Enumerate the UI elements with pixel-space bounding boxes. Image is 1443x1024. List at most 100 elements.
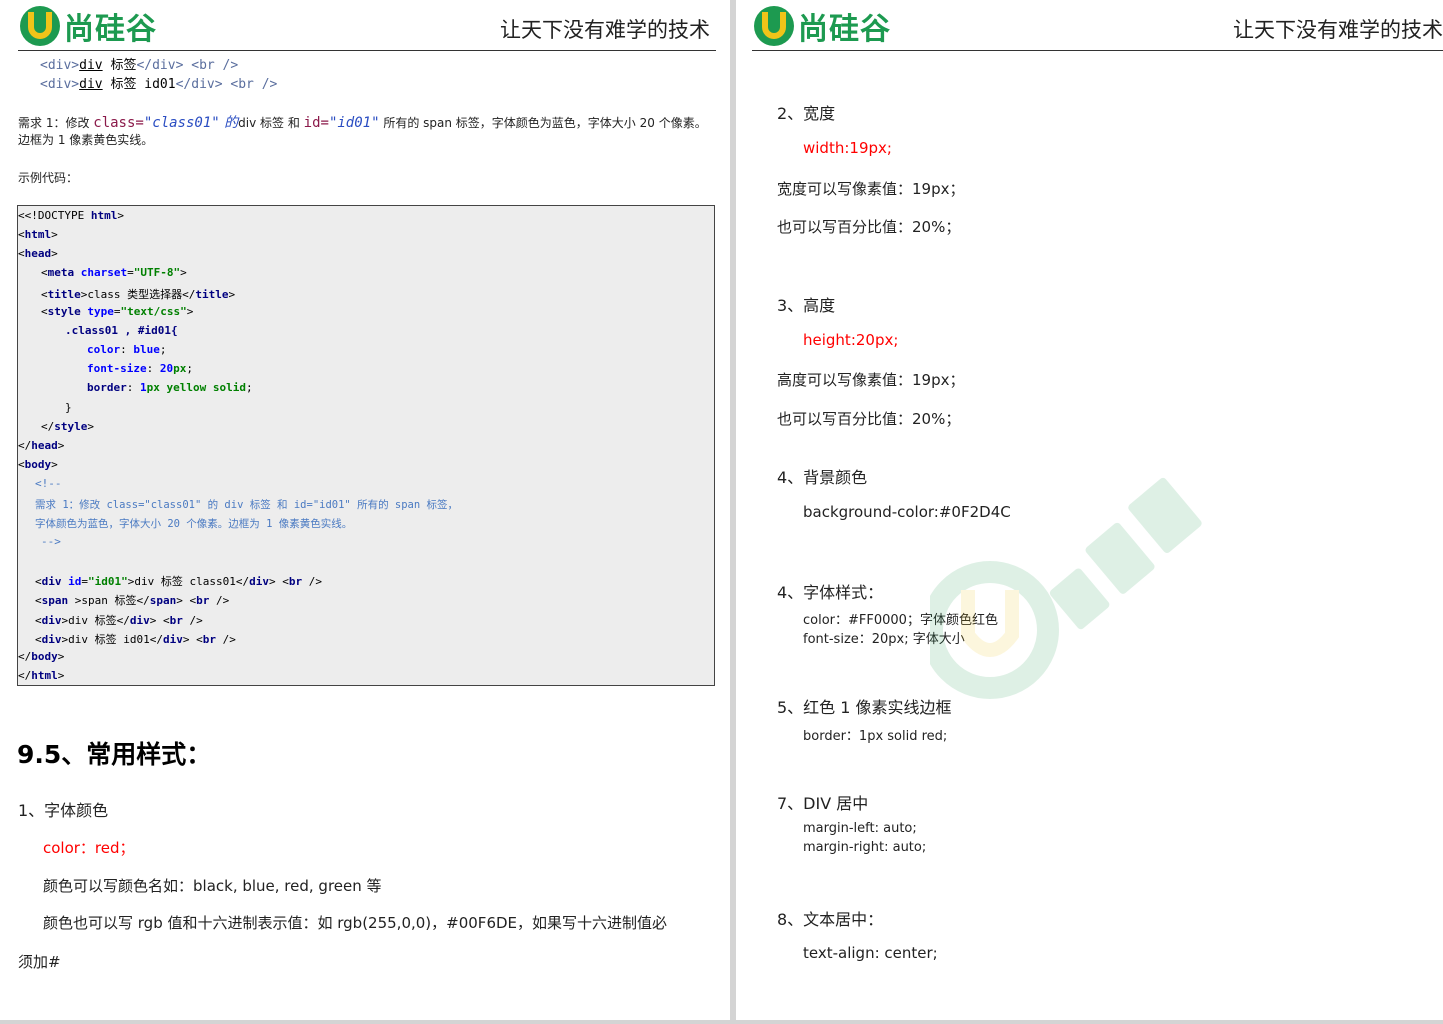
code-tag: div bbox=[129, 614, 150, 627]
code-text: div 标签 class01 bbox=[134, 575, 236, 588]
code-tag: div bbox=[41, 633, 62, 646]
item-line: 颜色也可以写 rgb 值和十六进制表示值：如 rgb(255,0,0)，#00F… bbox=[43, 914, 668, 932]
code-line: </style> bbox=[41, 420, 94, 433]
code-text: <!DOCTYPE bbox=[24, 209, 91, 222]
code-string: "id01" bbox=[88, 575, 128, 588]
requirement-line2: 边框为 1 像素黄色实线。 bbox=[18, 133, 154, 147]
code-line: font-size: 20px; bbox=[87, 362, 193, 375]
code-tag: div bbox=[249, 575, 269, 588]
code-prop: font-size bbox=[87, 362, 147, 375]
code-tag: html bbox=[90, 209, 118, 222]
item-code-red: height:20px; bbox=[803, 331, 899, 349]
code-tag: <br /> bbox=[222, 77, 278, 92]
code-tag: title bbox=[195, 288, 229, 301]
item-title: 2、宽度 bbox=[777, 104, 836, 123]
req-prefix: 需求 1：修改 bbox=[18, 116, 94, 130]
document-page-left: 尚硅谷 让天下没有难学的技术 <div>div 标签</div> <br /> … bbox=[0, 0, 730, 1020]
item-title: 8、文本居中： bbox=[777, 910, 884, 929]
item-line: margin-right: auto; bbox=[803, 840, 927, 855]
code-comment: <!-- bbox=[35, 477, 62, 490]
req-class-value: "class01" bbox=[143, 115, 220, 131]
code-text: div 标签 id01 bbox=[68, 633, 150, 646]
code-tag: br bbox=[169, 614, 183, 627]
code-line: <div>div 标签 id01</div> <br /> bbox=[40, 73, 277, 92]
code-tag: <div> bbox=[40, 58, 80, 73]
code-block: <<!DOCTYPE html> <html> <head> <meta cha… bbox=[17, 205, 715, 686]
item-line: font-size：20px; 字体大小 bbox=[803, 632, 965, 647]
code-tag: br bbox=[288, 575, 303, 588]
req-id-value: "id01" bbox=[328, 115, 380, 131]
code-line: border: 1px yellow solid; bbox=[87, 381, 253, 394]
code-text: div bbox=[79, 77, 103, 92]
item-line: margin-left: auto; bbox=[803, 821, 917, 836]
code-tag: body bbox=[31, 650, 58, 663]
code-value: 20 bbox=[159, 362, 174, 375]
item-line: 也可以写百分比值：20%； bbox=[777, 218, 961, 236]
item-line: 高度可以写像素值：19px； bbox=[777, 371, 965, 389]
code-comment: --> bbox=[41, 535, 61, 548]
code-line: <style type="text/css"> bbox=[41, 305, 194, 318]
code-tag: div bbox=[41, 614, 62, 627]
header-slogan: 让天下没有难学的技术 bbox=[1233, 18, 1443, 42]
code-value: 1 bbox=[140, 381, 147, 394]
code-tag: div bbox=[41, 575, 62, 588]
header-divider bbox=[18, 50, 716, 51]
code-prop: color bbox=[87, 343, 121, 356]
code-line: <div id="id01">div 标签 class01</div> <br … bbox=[35, 575, 322, 588]
code-line: <html> bbox=[18, 228, 58, 241]
brand-logo: 尚硅谷 bbox=[20, 4, 157, 48]
req-class-keyword: class= bbox=[93, 115, 144, 131]
code-attr: id bbox=[68, 575, 82, 588]
item-title: 5、红色 1 像素实线边框 bbox=[777, 698, 952, 717]
item-line: 宽度可以写像素值：19px； bbox=[777, 180, 965, 198]
code-tag: style bbox=[47, 305, 81, 318]
code-line: </html> bbox=[18, 669, 65, 682]
code-string: "UTF-8" bbox=[133, 266, 181, 279]
logo-u-icon bbox=[20, 6, 60, 46]
code-tag: html bbox=[24, 228, 52, 241]
logo-text: 尚硅谷 bbox=[64, 12, 157, 47]
req-suffix: 所有的 span 标签，字体颜色为蓝色，字体大小 20 个像素。 bbox=[379, 116, 707, 130]
code-line: <div>div 标签 id01</div> <br /> bbox=[35, 633, 236, 646]
logo-u-icon bbox=[754, 6, 794, 46]
section-title: 9.5、常用样式： bbox=[17, 740, 212, 769]
item-title: 4、字体样式： bbox=[777, 583, 884, 602]
code-line: color: blue; bbox=[87, 343, 167, 356]
code-line: <div>div 标签</div> <br /> bbox=[35, 614, 203, 627]
code-line: .class01 , #id01{ bbox=[65, 324, 178, 337]
code-tag: br bbox=[196, 594, 210, 607]
item-line: color：#FF0000；字体颜色红色 bbox=[803, 613, 998, 628]
code-value: px bbox=[173, 362, 187, 375]
code-tag: title bbox=[47, 288, 81, 301]
item-code: border：1px solid red; bbox=[803, 729, 948, 744]
item-line: 也可以写百分比值：20%； bbox=[777, 410, 961, 428]
header-divider bbox=[752, 50, 1443, 51]
code-line: <<!DOCTYPE html> bbox=[18, 209, 124, 222]
brand-logo: 尚硅谷 bbox=[754, 4, 891, 48]
code-tag: body bbox=[24, 458, 52, 471]
code-tag: head bbox=[31, 439, 58, 452]
code-tag: </div> bbox=[175, 77, 223, 92]
code-line: <title>class 类型选择器</title> bbox=[41, 288, 236, 301]
item-code-red: width:19px; bbox=[803, 139, 892, 157]
code-value: px yellow solid bbox=[146, 381, 246, 394]
code-text: class 类型选择器 bbox=[87, 288, 183, 301]
item-title: 3、高度 bbox=[777, 296, 836, 315]
code-tag: br bbox=[202, 633, 216, 646]
code-text: 标签 bbox=[102, 58, 137, 73]
document-page-right: 尚硅谷 让天下没有难学的技术 2、宽度 width:19px; 宽度可以写像素值… bbox=[736, 0, 1443, 1020]
code-string: "text/css" bbox=[120, 305, 187, 318]
logo-text: 尚硅谷 bbox=[798, 12, 891, 47]
code-comment: 需求 1：修改 class="class01" 的 div 标签 和 id="i… bbox=[35, 499, 459, 511]
header-slogan: 让天下没有难学的技术 bbox=[500, 18, 710, 42]
code-attr: charset bbox=[80, 266, 128, 279]
code-tag: span bbox=[41, 594, 69, 607]
code-line: </body> bbox=[18, 650, 65, 663]
req-de: 的 bbox=[219, 115, 239, 131]
example-label: 示例代码： bbox=[18, 171, 79, 185]
item-line: 须加# bbox=[18, 953, 61, 971]
code-tag: div bbox=[162, 633, 183, 646]
code-tag: span bbox=[149, 594, 177, 607]
item-line: 颜色可以写颜色名如：black, blue, red, green 等 bbox=[43, 877, 382, 895]
code-text: 标签 id01 bbox=[102, 77, 176, 92]
